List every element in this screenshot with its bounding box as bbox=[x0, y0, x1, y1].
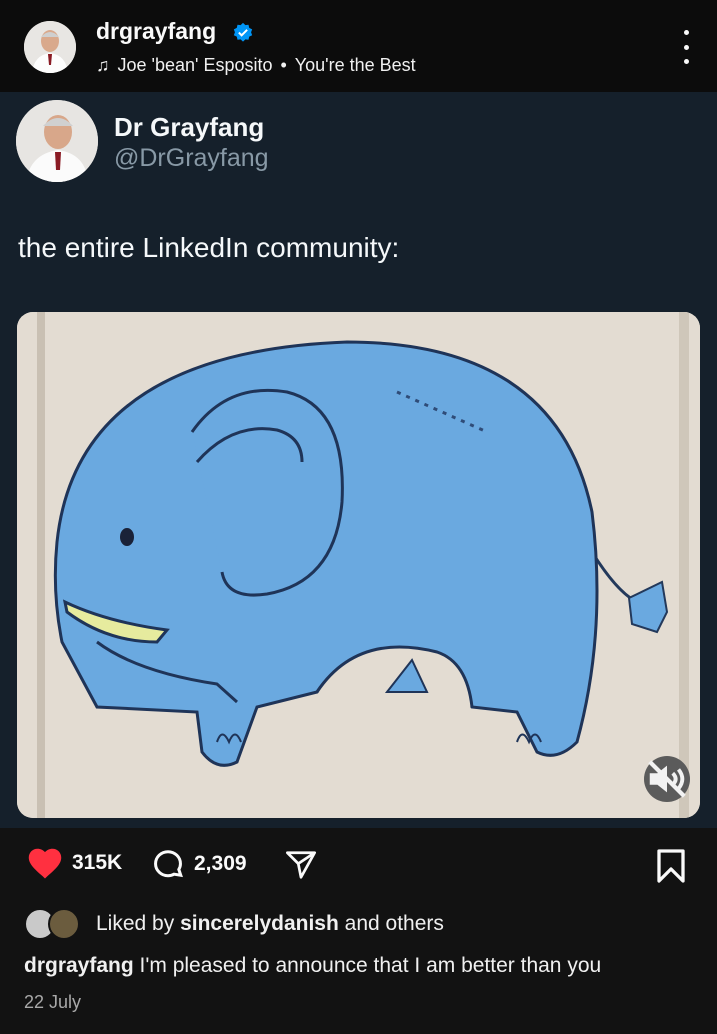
like-count: 315K bbox=[72, 851, 123, 874]
liked-avatars bbox=[24, 908, 88, 940]
post-date: 22 July bbox=[24, 992, 82, 1012]
liked-by-suffix[interactable]: and others bbox=[345, 912, 444, 936]
tweet-media-elephant[interactable] bbox=[17, 312, 700, 818]
verified-badge-icon bbox=[233, 22, 253, 42]
post-username[interactable]: drgrayfang bbox=[96, 18, 216, 45]
liked-by-prefix: Liked by bbox=[96, 912, 175, 935]
volume-muted-icon[interactable] bbox=[644, 756, 690, 802]
tweet-display-name: Dr Grayfang bbox=[114, 112, 265, 142]
tweet-card: Dr Grayfang @DrGrayfang the entire Linke… bbox=[0, 92, 717, 828]
avatar[interactable] bbox=[24, 21, 76, 73]
music-track: You're the Best bbox=[294, 55, 416, 75]
caption-text: I'm pleased to announce that I am better… bbox=[139, 954, 602, 977]
liked-by-line[interactable]: Liked by sincerelydanish and others bbox=[24, 908, 444, 940]
share-icon bbox=[286, 851, 316, 879]
comment-count: 2,309 bbox=[194, 852, 247, 875]
tweet-text: the entire LinkedIn community: bbox=[18, 232, 400, 263]
tweet-handle: @DrGrayfang bbox=[114, 144, 269, 172]
music-info[interactable]: ♫ Joe 'bean' Esposito • You're the Best bbox=[96, 55, 416, 76]
bookmark-icon bbox=[657, 849, 685, 883]
bookmark-button[interactable] bbox=[655, 848, 687, 889]
liked-by-user[interactable]: sincerelydanish bbox=[180, 912, 339, 936]
avatar bbox=[48, 908, 80, 940]
comment-button[interactable]: 2,309 bbox=[150, 846, 247, 882]
heart-icon bbox=[28, 848, 62, 879]
post-caption: drgrayfang I'm pleased to announce that … bbox=[24, 954, 601, 978]
like-button[interactable]: 315K bbox=[26, 846, 122, 880]
share-button[interactable] bbox=[284, 850, 318, 880]
tweet-avatar bbox=[16, 100, 98, 182]
post-header: drgrayfang ♫ Joe 'bean' Esposito • You'r… bbox=[0, 0, 717, 92]
comment-icon bbox=[154, 850, 183, 878]
music-note-icon: ♫ bbox=[96, 55, 110, 75]
post-actions: 315K 2,309 bbox=[0, 840, 717, 896]
music-separator: • bbox=[280, 55, 287, 75]
caption-username[interactable]: drgrayfang bbox=[24, 954, 134, 977]
music-artist: Joe 'bean' Esposito bbox=[117, 55, 273, 75]
more-options-icon[interactable] bbox=[681, 30, 691, 64]
